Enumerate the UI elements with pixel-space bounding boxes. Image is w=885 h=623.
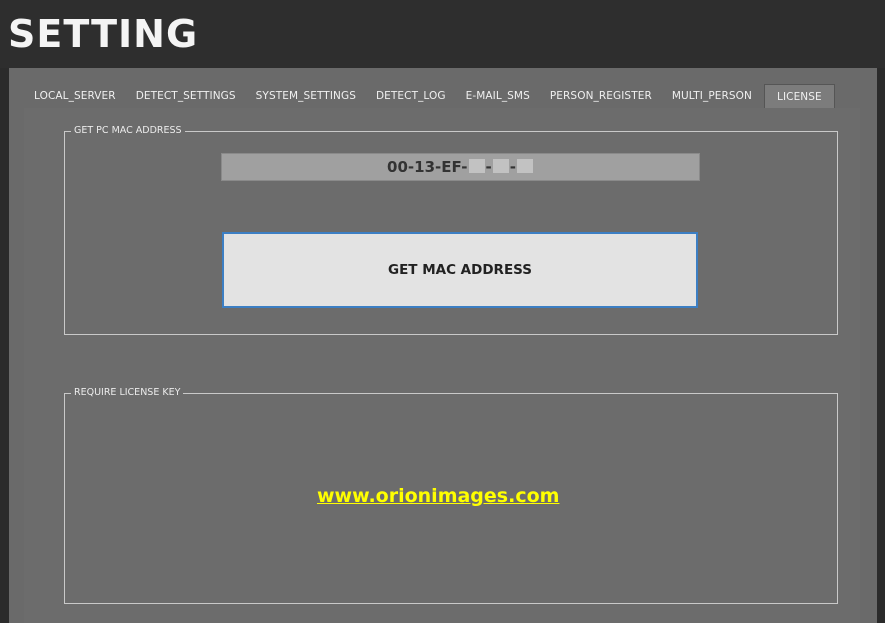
tab-system-settings[interactable]: SYSTEM_SETTINGS [246, 84, 366, 108]
mac-address-field: 00-13-EF- - - [221, 153, 700, 181]
redacted-block [492, 159, 509, 173]
tab-person-register[interactable]: PERSON_REGISTER [540, 84, 662, 108]
tab-detect-settings[interactable]: DETECT_SETTINGS [126, 84, 246, 108]
get-mac-address-button[interactable]: GET MAC ADDRESS [222, 232, 698, 308]
window-edge [877, 68, 885, 623]
tab-license[interactable]: LICENSE [764, 84, 835, 108]
redacted-block [516, 159, 533, 173]
page-title: SETTING [8, 12, 199, 56]
mac-separator: - [485, 158, 492, 176]
tab-strip: LOCAL_SERVER DETECT_SETTINGS SYSTEM_SETT… [24, 84, 835, 109]
mac-separator: - [509, 158, 516, 176]
redacted-block [468, 159, 485, 173]
license-key-group: REQUIRE LICENSE KEY www.orionimages.com [64, 386, 838, 604]
mac-address-value: 00-13-EF- [387, 158, 468, 176]
tab-content-license: GET PC MAC ADDRESS 00-13-EF- - - GET MAC A… [24, 108, 860, 623]
tab-multi-person[interactable]: MULTI_PERSON [662, 84, 762, 108]
title-bar: SETTING [0, 0, 885, 68]
tab-email-sms[interactable]: E-MAIL_SMS [456, 84, 540, 108]
license-group-legend: REQUIRE LICENSE KEY [71, 386, 184, 400]
mac-group-legend: GET PC MAC ADDRESS [71, 124, 185, 138]
website-link[interactable]: www.orionimages.com [317, 485, 559, 507]
mac-address-group: GET PC MAC ADDRESS 00-13-EF- - - GET MAC A… [64, 124, 838, 335]
tab-local-server[interactable]: LOCAL_SERVER [24, 84, 126, 108]
tab-detect-log[interactable]: DETECT_LOG [366, 84, 456, 108]
